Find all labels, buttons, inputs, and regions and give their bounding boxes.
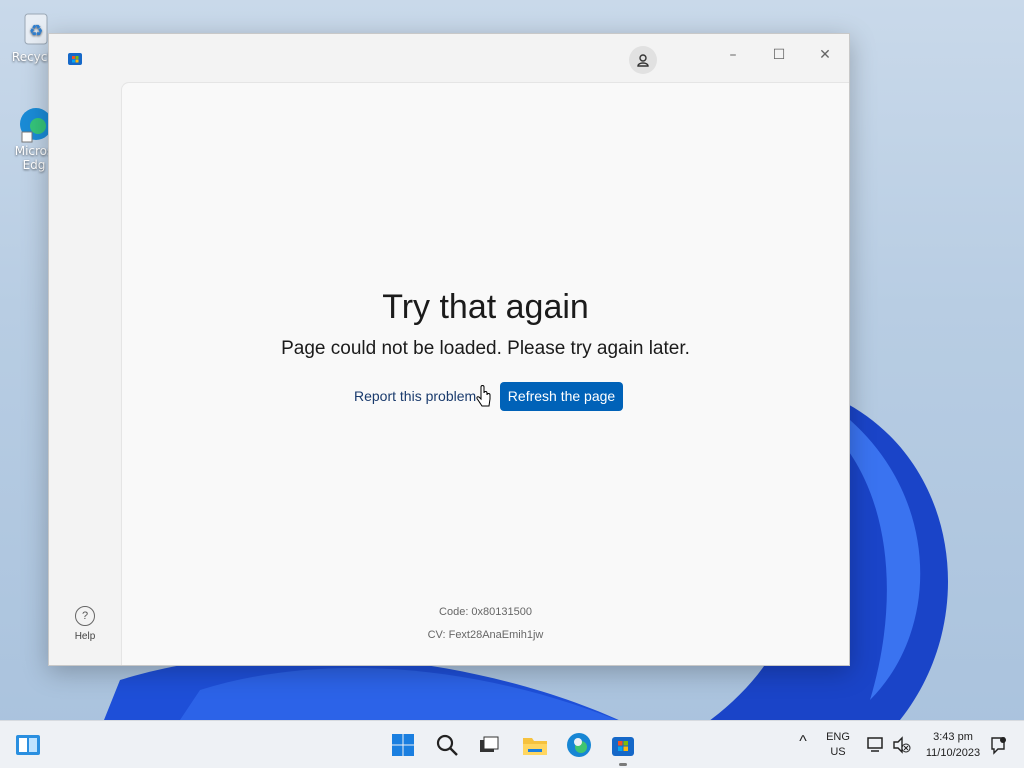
region-label: US bbox=[830, 746, 846, 758]
error-code: Code: 0x80131500 bbox=[439, 606, 532, 618]
language-label: ENG bbox=[826, 731, 850, 743]
file-explorer-icon[interactable] bbox=[521, 731, 549, 759]
store-icon bbox=[67, 50, 83, 66]
edge-icon[interactable] bbox=[565, 731, 593, 759]
account-button[interactable] bbox=[629, 46, 657, 74]
store-icon[interactable] bbox=[609, 731, 637, 759]
notification-icon[interactable] bbox=[984, 731, 1012, 759]
start-icon[interactable] bbox=[389, 731, 417, 759]
help-label: Help bbox=[74, 631, 96, 642]
taskbar: ^ ENG US 3:43 pm 11/10/2023 bbox=[0, 720, 1024, 768]
store-window: – ☐ ✕ Try that again Page could not be l… bbox=[48, 33, 850, 666]
refresh-page-button[interactable]: Refresh the page bbox=[500, 382, 623, 411]
date-label: 11/10/2023 bbox=[925, 747, 981, 759]
language-indicator[interactable]: ENG US bbox=[820, 730, 856, 760]
correlation-vector: CV: Fext28AnaEmih1jw bbox=[427, 629, 544, 641]
user-icon bbox=[637, 54, 649, 67]
help-button[interactable]: ? Help bbox=[63, 606, 107, 642]
time-label: 3:43 pm bbox=[933, 731, 973, 743]
active-app-indicator bbox=[619, 763, 627, 766]
widgets-icon[interactable] bbox=[14, 731, 42, 759]
task-view-icon[interactable] bbox=[475, 731, 503, 759]
title-bar[interactable]: – ☐ ✕ bbox=[49, 34, 849, 82]
error-page: Try that again Page could not be loaded.… bbox=[121, 82, 849, 665]
report-problem-button[interactable]: Report this problem bbox=[354, 382, 476, 410]
error-message: Page could not be loaded. Please try aga… bbox=[281, 338, 690, 359]
hand-cursor-icon bbox=[476, 385, 492, 409]
tray-overflow-chevron[interactable]: ^ bbox=[794, 733, 812, 751]
search-icon[interactable] bbox=[433, 731, 461, 759]
network-icon[interactable] bbox=[862, 731, 890, 759]
maximize-button[interactable]: ☐ bbox=[756, 40, 802, 70]
svg-text:♻: ♻ bbox=[29, 21, 43, 40]
clock[interactable]: 3:43 pm 11/10/2023 bbox=[918, 729, 988, 761]
volume-muted-icon[interactable] bbox=[888, 731, 916, 759]
question-icon: ? bbox=[75, 606, 95, 626]
minimize-button[interactable]: – bbox=[710, 40, 756, 70]
error-title: Try that again bbox=[382, 288, 589, 326]
close-button[interactable]: ✕ bbox=[802, 40, 848, 70]
